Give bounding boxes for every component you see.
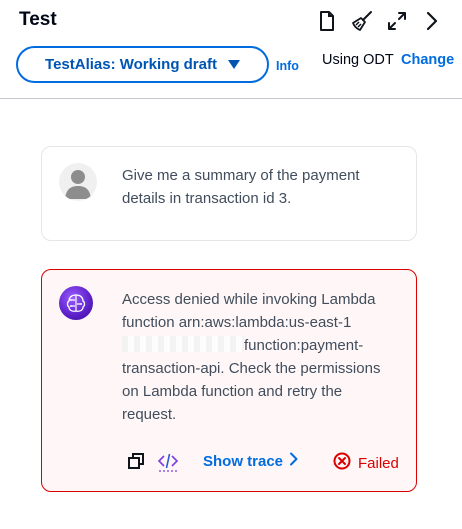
header-toolbar <box>304 9 444 33</box>
test-panel: Test TestAlias: Working draft Info Using… <box>0 0 462 529</box>
document-icon[interactable] <box>315 9 339 33</box>
user-message: Give me a summary of the payment details… <box>41 146 417 241</box>
agent-brain-icon <box>59 286 93 320</box>
odt-label: Using ODT <box>322 52 394 68</box>
message-actions: Show trace Failed <box>127 450 399 474</box>
agent-message-text-part1: Access denied while invoking Lambda func… <box>122 291 376 331</box>
chevron-right-icon <box>289 452 298 470</box>
broom-icon[interactable] <box>350 9 374 33</box>
error-circle-icon <box>333 452 351 474</box>
info-link[interactable]: Info <box>276 59 299 73</box>
show-trace-button[interactable]: Show trace <box>203 452 298 470</box>
agent-message-text: Access denied while invoking Lambda func… <box>122 288 398 426</box>
alias-dropdown-label: TestAlias: Working draft <box>45 56 217 73</box>
caret-down-icon <box>227 60 240 69</box>
user-avatar-icon <box>59 163 97 201</box>
chevron-right-icon[interactable] <box>420 9 444 33</box>
status-badge: Failed <box>333 452 399 474</box>
status-label: Failed <box>358 454 399 472</box>
panel-title: Test <box>19 9 57 30</box>
copy-icon[interactable] <box>127 452 147 472</box>
alias-dropdown[interactable]: TestAlias: Working draft <box>16 46 269 83</box>
redacted-account-id <box>122 336 244 352</box>
header-divider <box>0 98 462 99</box>
change-link[interactable]: Change <box>401 52 454 68</box>
code-icon[interactable] <box>157 451 179 473</box>
show-trace-label: Show trace <box>203 452 284 470</box>
expand-icon[interactable] <box>385 9 409 33</box>
agent-message: Access denied while invoking Lambda func… <box>41 269 417 492</box>
user-message-text: Give me a summary of the payment details… <box>122 167 360 207</box>
